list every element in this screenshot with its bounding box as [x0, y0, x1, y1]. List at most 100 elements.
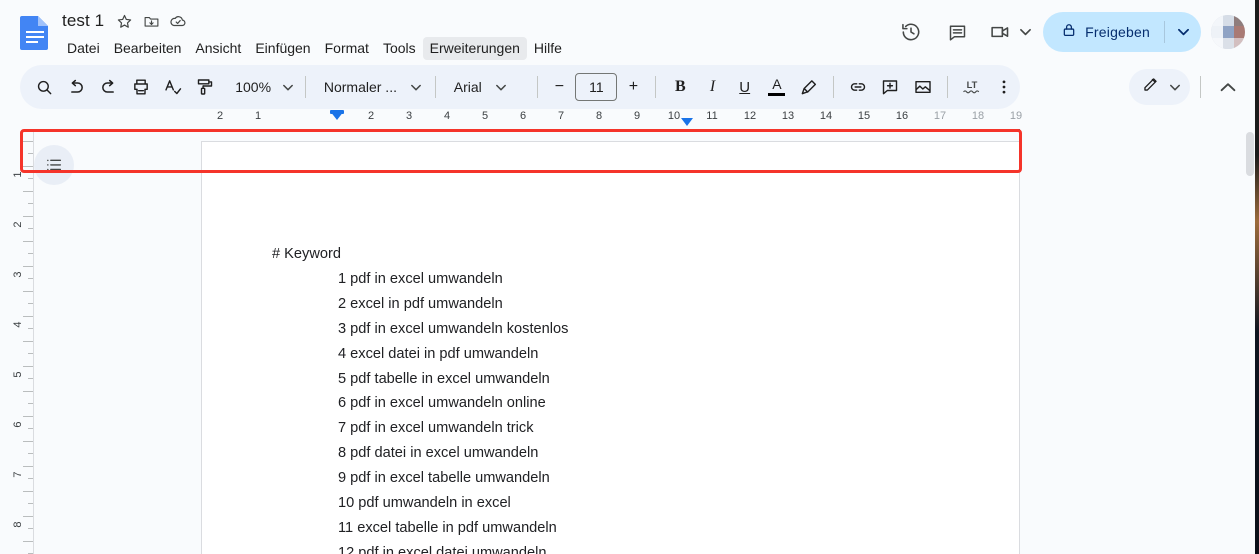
- chevron-down-icon: [411, 84, 421, 91]
- ruler-h-label: 8: [595, 110, 603, 122]
- doc-line: 9 pdf in excel tabelle umwandeln: [338, 470, 550, 487]
- ruler-h-label: 7: [557, 110, 565, 122]
- star-icon[interactable]: [113, 10, 135, 32]
- ruler-v-label: 4: [12, 321, 24, 328]
- insert-image-icon[interactable]: [909, 71, 935, 103]
- meet-camera-group[interactable]: [983, 12, 1033, 52]
- share-button-group[interactable]: Freigeben: [1043, 12, 1201, 52]
- chevron-down-icon[interactable]: [1017, 23, 1033, 41]
- more-options-icon[interactable]: [991, 71, 1017, 103]
- doc-line: 3 pdf in excel umwandeln kostenlos: [338, 320, 569, 337]
- ruler-v-label: 6: [12, 421, 24, 428]
- doc-line: 6 pdf in excel umwandeln online: [338, 395, 546, 412]
- highlight-color-button[interactable]: [796, 71, 822, 103]
- menu-item-erweiterungen[interactable]: Erweiterungen: [422, 36, 527, 60]
- ruler-v-label: 3: [12, 271, 24, 278]
- menu-item-hilfe[interactable]: Hilfe: [527, 37, 569, 60]
- ruler-h-label: 19: [1009, 110, 1023, 122]
- redo-icon[interactable]: [95, 71, 121, 103]
- menu-item-bearbeiten[interactable]: Bearbeiten: [107, 37, 189, 60]
- document-page[interactable]: # Keyword 1 pdf in excel umwandeln 2 exc…: [201, 141, 1020, 554]
- chevron-down-icon: [1170, 84, 1180, 91]
- ruler-h-label: 2: [367, 110, 375, 122]
- ruler-h-label: 2: [216, 110, 224, 122]
- ruler-h-label: 1: [254, 110, 262, 122]
- page-title[interactable]: test 1: [60, 10, 108, 33]
- ruler-h-label: 14: [819, 110, 833, 122]
- toolbar-divider: [833, 76, 835, 98]
- doc-line: 7 pdf in excel umwandeln trick: [338, 420, 534, 437]
- meet-camera-icon[interactable]: [983, 12, 1017, 52]
- right-indent-marker[interactable]: [681, 118, 693, 126]
- document-outline-icon[interactable]: [34, 145, 74, 185]
- title-and-menus: test 1 Datei Bearbeiten Ansicht Einfügen…: [60, 8, 569, 60]
- menu-item-einfuegen[interactable]: Einfügen: [248, 37, 317, 60]
- italic-button[interactable]: I: [699, 71, 725, 103]
- google-docs-window: test 1 Datei Bearbeiten Ansicht Einfügen…: [0, 0, 1259, 554]
- doc-line: 2 excel in pdf umwandeln: [338, 295, 503, 312]
- zoom-level-dropdown[interactable]: 100%: [225, 72, 297, 102]
- ruler-h-label: 15: [857, 110, 871, 122]
- decrease-font-size-button[interactable]: −: [545, 73, 573, 101]
- share-label: Freigeben: [1085, 24, 1150, 40]
- paint-format-icon[interactable]: [192, 71, 218, 103]
- paragraph-style-dropdown[interactable]: Normaler ...: [314, 72, 427, 102]
- collapse-toolbar-icon[interactable]: [1211, 70, 1245, 104]
- search-icon[interactable]: [31, 71, 57, 103]
- document-canvas[interactable]: # Keyword 1 pdf in excel umwandeln 2 exc…: [34, 130, 1240, 554]
- move-to-folder-icon[interactable]: [140, 10, 162, 32]
- doc-line: 10 pdf umwandeln in excel: [338, 495, 511, 512]
- menu-item-tools[interactable]: Tools: [376, 37, 423, 60]
- toolbar-items: 100% Normaler ... Arial − 11 + B I U A L…: [20, 65, 1020, 109]
- doc-line: 12 pdf in excel datei umwandeln: [338, 544, 547, 554]
- ruler-h-label: 13: [781, 110, 795, 122]
- font-size-input[interactable]: 11: [575, 73, 618, 101]
- menu-bar: Datei Bearbeiten Ansicht Einfügen Format…: [60, 36, 569, 60]
- add-comment-icon[interactable]: [877, 71, 903, 103]
- print-icon[interactable]: [128, 71, 154, 103]
- cloud-saved-icon[interactable]: [167, 10, 189, 32]
- avatar[interactable]: [1211, 15, 1245, 49]
- spellcheck-icon[interactable]: [160, 71, 186, 103]
- toolbar-divider: [946, 76, 948, 98]
- ruler-h-label: 10: [667, 110, 681, 122]
- ruler-v-label: 2: [12, 221, 24, 228]
- underline-button[interactable]: U: [732, 71, 758, 103]
- menu-item-ansicht[interactable]: Ansicht: [188, 37, 248, 60]
- ruler-h-label: 18: [971, 110, 985, 122]
- left-indent-marker[interactable]: [330, 111, 344, 120]
- title-bar: test 1 Datei Bearbeiten Ansicht Einfügen…: [0, 0, 1259, 64]
- editing-mode-selector[interactable]: [1129, 69, 1190, 105]
- share-button[interactable]: Freigeben: [1043, 12, 1164, 52]
- font-family-value: Arial: [453, 79, 482, 95]
- paragraph-style-value: Normaler ...: [323, 79, 397, 95]
- font-family-dropdown[interactable]: Arial: [444, 72, 529, 102]
- doc-line: 11 excel tabelle in pdf umwandeln: [338, 519, 557, 536]
- ruler-h-label: 12: [743, 110, 757, 122]
- scrollbar-thumb[interactable]: [1246, 132, 1254, 176]
- version-history-icon[interactable]: [891, 12, 931, 52]
- undo-icon[interactable]: [63, 71, 89, 103]
- vertical-ruler[interactable]: 1 2 3 4 5 6 7 8: [0, 130, 34, 554]
- doc-line: 8 pdf datei in excel umwandeln: [338, 445, 539, 462]
- toolbar-divider: [536, 76, 538, 98]
- increase-font-size-button[interactable]: +: [619, 73, 647, 101]
- text-color-button[interactable]: A: [764, 71, 790, 103]
- document-text-body[interactable]: # Keyword 1 pdf in excel umwandeln 2 exc…: [272, 242, 949, 554]
- docs-file-icon[interactable]: [18, 14, 52, 50]
- chevron-down-icon: [283, 84, 293, 91]
- toolbar-right-actions: [1129, 65, 1259, 109]
- comment-history-icon[interactable]: [937, 12, 977, 52]
- ruler-v-label: 7: [12, 471, 24, 478]
- ruler-h-label: 17: [933, 110, 947, 122]
- menu-item-format[interactable]: Format: [318, 37, 376, 60]
- menu-item-datei[interactable]: Datei: [60, 37, 107, 60]
- horizontal-ruler[interactable]: 2 1 2 3 4 5 6 7 8 9 10 11 12 13 14 15 16…: [0, 110, 1240, 130]
- languagetool-icon[interactable]: LT: [958, 71, 984, 103]
- share-dropdown-chevron-icon[interactable]: [1165, 12, 1201, 52]
- bold-button[interactable]: B: [667, 71, 693, 103]
- ruler-h-label: 3: [405, 110, 413, 122]
- chevron-down-icon: [495, 84, 506, 91]
- insert-link-icon[interactable]: [845, 71, 871, 103]
- doc-line: # Keyword: [272, 246, 341, 262]
